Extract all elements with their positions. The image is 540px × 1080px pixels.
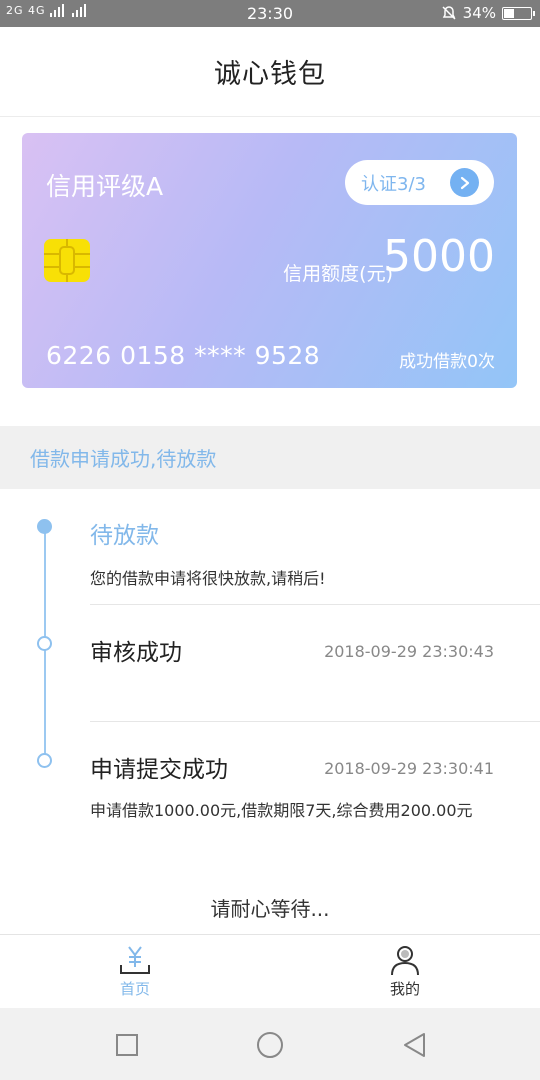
credit-rating: 信用评级A [46, 172, 164, 201]
battery-icon [502, 6, 535, 20]
timeline-dot [37, 753, 52, 768]
tab-mine[interactable]: 我的 [270, 935, 540, 1009]
credit-limit-value: 5000 [383, 231, 495, 282]
system-nav-bar [0, 1008, 540, 1080]
wait-message: 请耐心等待... [210, 897, 330, 921]
timeline-dot-active [37, 519, 52, 534]
yen-wallet-icon [120, 946, 150, 974]
user-icon [391, 946, 419, 976]
timeline-step-time: 2018-09-29 23:30:41 [324, 759, 494, 778]
divider [90, 604, 540, 605]
success-loan-count: 成功借款0次 [399, 352, 495, 372]
status-bar: 2G 4G 23:30 34% [0, 0, 540, 27]
card-chip-icon [44, 239, 90, 282]
app-header: 诚心钱包 [0, 27, 540, 117]
tab-home-label: 首页 [119, 980, 150, 998]
status-notice-text: 借款申请成功,待放款 [30, 447, 217, 471]
timeline-step-title: 待放款 [90, 523, 159, 549]
chevron-right-icon [450, 168, 479, 197]
status-notice-bar: 借款申请成功,待放款 [0, 426, 540, 489]
card-number: 6226 0158 **** 9528 [46, 341, 321, 370]
battery-percent: 34% [462, 4, 496, 22]
tab-mine-label: 我的 [389, 980, 420, 998]
timeline-step-desc: 申请借款1000.00元,借款期限7天,综合费用200.00元 [90, 801, 473, 820]
home-circle-icon[interactable] [255, 1030, 285, 1060]
recent-apps-icon[interactable] [112, 1030, 142, 1060]
timeline-step-title: 审核成功 [90, 640, 182, 666]
certification-button[interactable]: 认证3/3 [345, 160, 494, 205]
certification-label: 认证3/3 [361, 173, 426, 195]
back-triangle-icon[interactable] [400, 1030, 430, 1060]
timeline-step-title: 申请提交成功 [90, 757, 228, 783]
timeline-step-desc: 您的借款申请将很快放款,请稍后! [90, 569, 326, 588]
credit-limit-label: 信用额度(元) [283, 263, 393, 285]
timeline-dot [37, 636, 52, 651]
credit-card: 信用评级A 认证3/3 信用额度(元) 5000 6226 0158 **** … [22, 133, 517, 388]
bottom-tab-bar: 首页 我的 [0, 934, 540, 1008]
divider [90, 721, 540, 722]
timeline-step-time: 2018-09-29 23:30:43 [324, 642, 494, 661]
tab-home[interactable]: 首页 [0, 935, 270, 1009]
bell-off-icon [442, 6, 456, 20]
page-title: 诚心钱包 [214, 59, 326, 90]
